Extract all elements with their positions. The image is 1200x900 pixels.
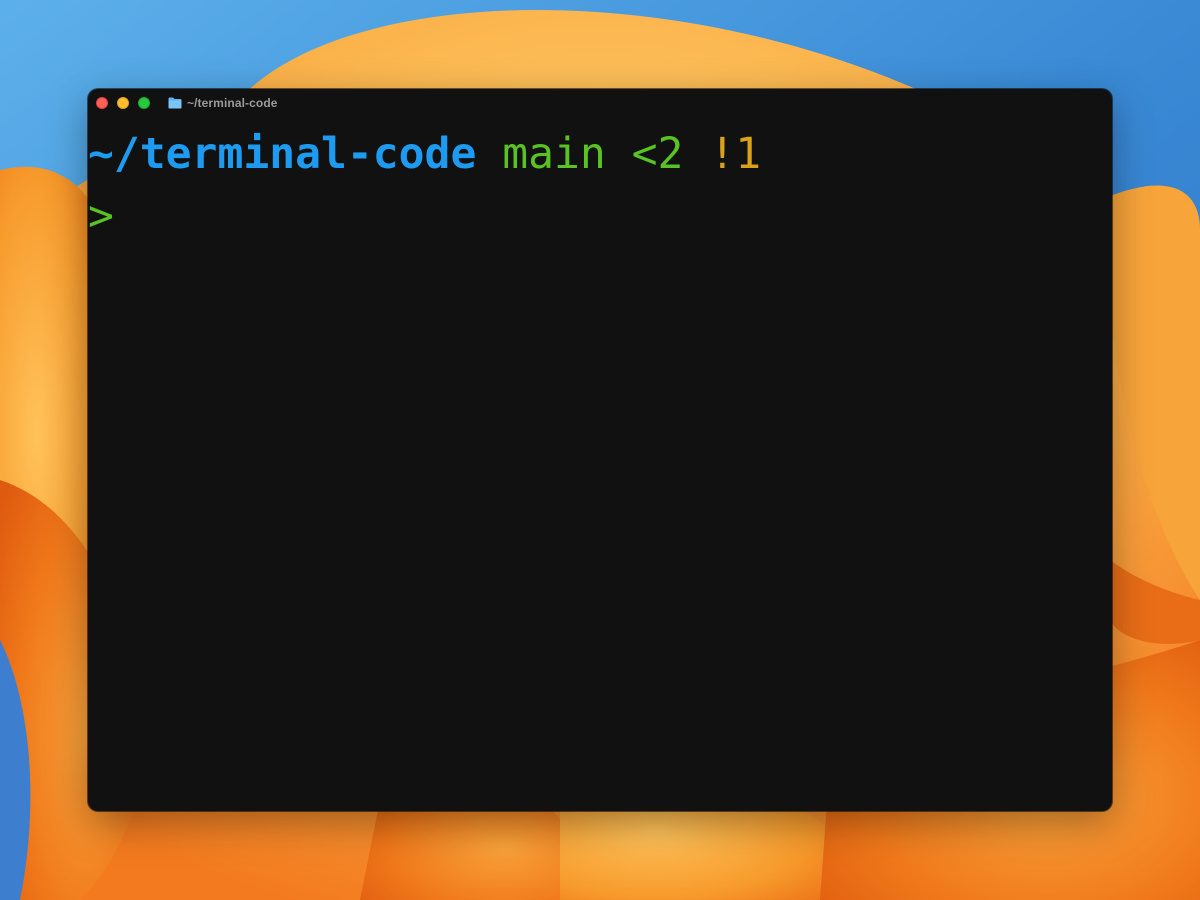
prompt-separator — [606, 129, 632, 179]
git-branch: main — [502, 129, 606, 179]
prompt-line: ~/terminal-code main <2 !1 — [88, 129, 761, 179]
close-button[interactable] — [96, 97, 108, 109]
terminal-output[interactable] — [88, 117, 1112, 811]
window-title-group: ~/terminal-code — [168, 95, 278, 111]
prompt-separator — [683, 129, 709, 179]
prompt-symbol: > — [88, 191, 114, 241]
folder-icon — [168, 97, 182, 109]
command-input-line[interactable]: > — [88, 191, 114, 241]
zoom-button[interactable] — [138, 97, 150, 109]
title-bar[interactable]: ~/terminal-code — [88, 89, 1112, 117]
prompt-path-dir: terminal-code — [139, 129, 477, 179]
terminal-window[interactable]: ~/terminal-code ~/terminal-code main <2 … — [88, 89, 1112, 811]
prompt-separator — [476, 129, 502, 179]
window-title: ~/terminal-code — [187, 96, 278, 110]
git-modified-count: !1 — [709, 129, 762, 179]
git-ahead-count: <2 — [631, 129, 684, 179]
prompt-path-prefix: ~/ — [88, 129, 140, 179]
minimize-button[interactable] — [117, 97, 129, 109]
